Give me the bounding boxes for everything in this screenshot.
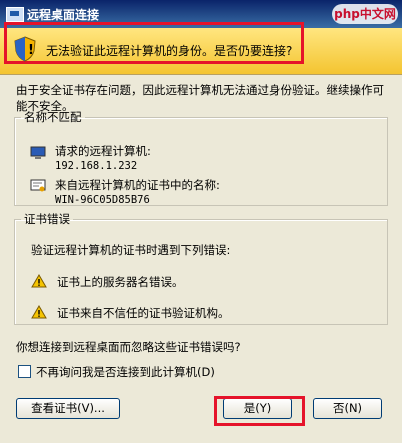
certificate-name-label: 来自远程计算机的证书中的名称: — [55, 178, 220, 192]
warning-icon — [31, 305, 47, 319]
requested-computer-value: 192.168.1.232 — [55, 160, 138, 172]
certificate-error-item: 证书来自不信任的证书验证机构。 — [57, 306, 230, 320]
name-mismatch-group: 名称不匹配 请求的远程计算机: 192.168.1.232 来自远程计算机的证书… — [14, 109, 388, 206]
certificate-errors-intro: 验证远程计算机的证书时遇到下列错误: — [31, 243, 231, 257]
dont-ask-checkbox-label[interactable]: 不再询问我是否连接到此计算机(D) — [36, 364, 215, 380]
watermark-logo: php中文网 — [332, 4, 398, 24]
remote-desktop-icon — [6, 7, 24, 22]
name-mismatch-legend: 名称不匹配 — [24, 110, 82, 124]
certificate-errors-group: 证书错误 验证远程计算机的证书时遇到下列错误: 证书上的服务器名错误。 证书来自… — [14, 211, 388, 325]
computer-icon — [30, 146, 46, 159]
confirmation-question: 你想连接到远程桌面而忽略这些证书错误吗? — [16, 340, 241, 354]
yes-button-highlight-box — [214, 396, 305, 426]
certificate-name-value: WIN-96C05D85B76 — [55, 194, 150, 206]
warning-icon — [31, 274, 47, 288]
banner-message: 无法验证此远程计算机的身份。是否仍要连接? — [46, 44, 293, 58]
certificate-error-item: 证书上的服务器名错误。 — [57, 275, 184, 289]
svg-text:!: ! — [28, 43, 34, 58]
requested-computer-label: 请求的远程计算机: — [55, 144, 151, 158]
window-title: 远程桌面连接 — [27, 8, 100, 22]
certificate-icon — [30, 179, 46, 192]
view-certificate-button[interactable]: 查看证书(V)... — [16, 398, 120, 419]
no-button[interactable]: 否(N) — [313, 398, 382, 419]
dont-ask-checkbox[interactable] — [18, 365, 31, 378]
certificate-errors-legend: 证书错误 — [24, 212, 70, 226]
shield-warning-icon: ! — [14, 36, 36, 62]
dialog-body: 由于安全证书存在问题，因此远程计算机无法通过身份验证。继续操作可能不安全。 名称… — [0, 75, 402, 443]
